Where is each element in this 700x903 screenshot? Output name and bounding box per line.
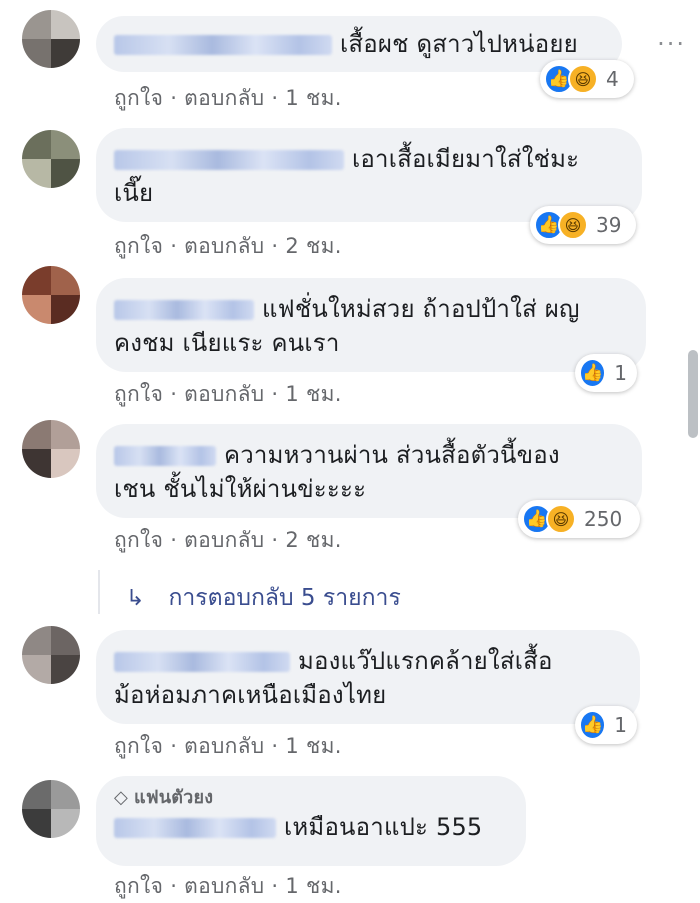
like-link[interactable]: ถูกใจ <box>114 234 163 258</box>
reply-arrow-icon: ↳ <box>126 585 145 611</box>
avatar[interactable] <box>22 130 80 188</box>
timestamp[interactable]: 1 ชม. <box>285 874 341 898</box>
author-name[interactable] <box>114 300 254 320</box>
author-name[interactable] <box>114 35 332 55</box>
timestamp[interactable]: 2 ชม. <box>285 234 341 258</box>
reaction-count: 39 <box>596 213 622 237</box>
top-fan-badge[interactable]: ◇ แฟนตัวยง <box>114 786 506 810</box>
laugh-icon: 😆 <box>558 210 588 240</box>
comment-bubble: มองแว๊ปแรกคล้ายใส่เสื้อ ม้อห่อมภาคเหนือเ… <box>96 630 640 724</box>
comment-actions: ถูกใจ · ตอบกลับ · 2 ชม. <box>114 234 342 258</box>
comment-actions: ถูกใจ · ตอบกลับ · 1 ชม. <box>114 382 342 406</box>
reaction-count: 4 <box>606 67 619 91</box>
like-link[interactable]: ถูกใจ <box>114 382 163 406</box>
like-link[interactable]: ถูกใจ <box>114 734 163 758</box>
replies-count-label: การตอบกลับ 5 รายการ <box>168 585 401 611</box>
more-options-icon[interactable]: ··· <box>657 30 686 58</box>
author-name[interactable] <box>114 446 216 466</box>
reply-link[interactable]: ตอบกลับ <box>184 528 264 552</box>
avatar[interactable] <box>22 10 80 68</box>
timestamp[interactable]: 1 ชม. <box>285 382 341 406</box>
comment-bubble: ◇ แฟนตัวยง เหมือนอาแปะ 555 <box>96 776 526 866</box>
reaction-summary[interactable]: 👍 😆 250 <box>518 500 640 538</box>
author-name[interactable] <box>114 652 290 672</box>
view-replies-link[interactable]: ↳ การตอบกลับ 5 รายการ <box>126 580 401 616</box>
reply-link[interactable]: ตอบกลับ <box>184 234 264 258</box>
reaction-summary[interactable]: 👍 😆 39 <box>530 206 636 244</box>
thumbs-up-icon: 👍 <box>579 710 607 740</box>
like-link[interactable]: ถูกใจ <box>114 874 163 898</box>
comment-actions: ถูกใจ · ตอบกลับ · 1 ชม. <box>114 86 342 110</box>
thread-line <box>98 570 100 614</box>
comment-bubble: เสื้อผช ดูสาวไปหน่อยย <box>96 16 622 72</box>
reaction-count: 250 <box>584 507 623 531</box>
timestamp[interactable]: 1 ชม. <box>285 734 341 758</box>
reply-link[interactable]: ตอบกลับ <box>184 86 264 110</box>
thumbs-up-icon: 👍 <box>579 358 607 388</box>
reaction-summary[interactable]: 👍 😆 4 <box>540 60 634 98</box>
comment-bubble: แฟชั่นใหม่สวย ถ้าอปป้าใส่ ผญ คงชม เนียแร… <box>96 278 646 372</box>
reply-link[interactable]: ตอบกลับ <box>184 874 264 898</box>
reaction-summary[interactable]: 👍 1 <box>575 706 637 744</box>
reply-link[interactable]: ตอบกลับ <box>184 734 264 758</box>
diamond-icon: ◇ <box>114 787 129 808</box>
avatar[interactable] <box>22 266 80 324</box>
comment-actions: ถูกใจ · ตอบกลับ · 2 ชม. <box>114 528 342 552</box>
author-name[interactable] <box>114 150 344 170</box>
comment-text: เหมือนอาแปะ 555 <box>284 813 483 841</box>
like-link[interactable]: ถูกใจ <box>114 528 163 552</box>
avatar[interactable] <box>22 780 80 838</box>
like-link[interactable]: ถูกใจ <box>114 86 163 110</box>
reaction-summary[interactable]: 👍 1 <box>575 354 637 392</box>
timestamp[interactable]: 1 ชม. <box>285 86 341 110</box>
reaction-count: 1 <box>614 713 627 737</box>
author-name[interactable] <box>114 818 276 838</box>
comment-text: เสื้อผช ดูสาวไปหน่อยย <box>340 30 578 58</box>
reply-link[interactable]: ตอบกลับ <box>184 382 264 406</box>
scrollbar[interactable] <box>688 350 698 438</box>
comment-actions: ถูกใจ · ตอบกลับ · 1 ชม. <box>114 874 342 898</box>
reaction-count: 1 <box>614 361 627 385</box>
laugh-icon: 😆 <box>546 504 576 534</box>
avatar[interactable] <box>22 626 80 684</box>
comment-actions: ถูกใจ · ตอบกลับ · 1 ชม. <box>114 734 342 758</box>
avatar[interactable] <box>22 420 80 478</box>
laugh-icon: 😆 <box>568 64 598 94</box>
timestamp[interactable]: 2 ชม. <box>285 528 341 552</box>
